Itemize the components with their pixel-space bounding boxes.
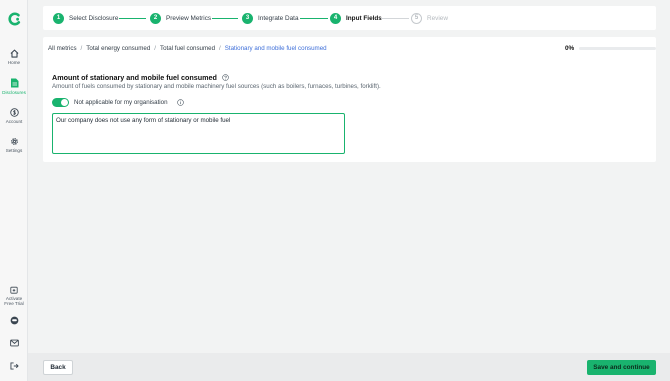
step-number: 1 xyxy=(53,12,64,24)
dollar-circle-icon xyxy=(9,108,19,117)
sidebar-item-account[interactable]: Account xyxy=(0,108,28,124)
mail-icon xyxy=(9,339,19,347)
breadcrumb: All metrics / Total energy consumed / Total … xyxy=(48,45,327,52)
step-input-fields[interactable]: 4 Input Fields xyxy=(330,12,382,24)
step-integrate-data[interactable]: 3 Integrate Data xyxy=(242,12,299,24)
logout-button[interactable] xyxy=(0,362,28,370)
step-number: 4 xyxy=(330,12,341,24)
field-title-text: Amount of stationary and mobile fuel con… xyxy=(52,73,217,82)
info-icon[interactable] xyxy=(176,99,184,106)
step-label: Review xyxy=(427,14,448,22)
sidebar-item-label: Disclosures xyxy=(2,90,26,95)
step-connector xyxy=(381,17,409,19)
step-label: Preview Metrics xyxy=(166,14,212,22)
step-review[interactable]: 5 Review xyxy=(411,12,448,24)
breadcrumb-separator: / xyxy=(80,45,83,52)
activate-free-trial-button[interactable]: Activate Free Trial xyxy=(0,286,28,307)
stepper: 1 Select Disclosure 2 Preview Metrics 3 … xyxy=(43,6,656,30)
step-connector xyxy=(119,17,146,19)
app-logo-icon[interactable] xyxy=(7,12,21,26)
sidebar-item-disclosures[interactable]: Disclosures xyxy=(0,78,28,95)
not-applicable-label: Not applicable for my organisation xyxy=(74,99,168,106)
progress-bar xyxy=(579,47,656,50)
mail-button[interactable] xyxy=(0,339,28,347)
not-applicable-row: Not applicable for my organisation xyxy=(52,98,184,107)
help-icon[interactable] xyxy=(222,74,229,81)
step-label: Integrate Data xyxy=(258,14,299,22)
sidebar-item-label: Settings xyxy=(5,148,23,153)
step-connector xyxy=(212,17,238,19)
toggle-knob xyxy=(61,99,68,106)
breadcrumb-item[interactable]: Total energy consumed xyxy=(86,45,150,52)
breadcrumb-item[interactable]: Total fuel consumed xyxy=(160,45,215,52)
breadcrumb-current: Stationary and mobile fuel consumed xyxy=(224,45,327,52)
document-icon xyxy=(10,78,18,88)
field-title: Amount of stationary and mobile fuel con… xyxy=(52,73,229,82)
step-label: Select Disclosure xyxy=(69,14,119,22)
step-connector xyxy=(300,17,328,19)
logout-icon xyxy=(10,362,19,370)
step-preview-metrics[interactable]: 2 Preview Metrics xyxy=(150,12,211,24)
progress-percentage: 0% xyxy=(565,45,575,52)
breadcrumb-separator: / xyxy=(154,45,156,52)
sidebar-item-label: Account xyxy=(5,119,23,124)
step-label: Input Fields xyxy=(346,14,382,22)
not-applicable-toggle[interactable] xyxy=(52,98,69,107)
footer-bar: Back Save and continue xyxy=(28,353,670,381)
home-icon xyxy=(10,49,18,58)
chat-bubble-icon xyxy=(10,316,18,325)
save-and-continue-button[interactable]: Save and continue xyxy=(587,360,656,375)
sidebar-item-home[interactable]: Home xyxy=(0,49,28,65)
step-number: 3 xyxy=(242,12,253,24)
explanation-textarea[interactable]: Our company does not use any form of sta… xyxy=(52,113,345,154)
sidebar-item-label: Home xyxy=(7,60,21,65)
gear-icon xyxy=(10,138,18,145)
activate-trial-line2: Free Trial xyxy=(4,301,24,307)
back-button[interactable]: Back xyxy=(43,360,73,375)
breadcrumb-item[interactable]: All metrics xyxy=(48,45,77,52)
step-select-disclosure[interactable]: 1 Select Disclosure xyxy=(53,12,118,24)
calendar-add-icon xyxy=(10,286,18,294)
support-button[interactable] xyxy=(0,316,28,325)
sidebar: Home Disclosures Account Settings Activa… xyxy=(0,0,28,381)
field-description: Amount of fuels consumed by stationary a… xyxy=(52,83,381,90)
step-number: 2 xyxy=(150,12,161,24)
breadcrumb-separator: / xyxy=(219,45,221,52)
sidebar-item-settings[interactable]: Settings xyxy=(0,137,28,153)
step-number: 5 xyxy=(411,12,422,24)
metric-card: All metrics / Total energy consumed / Total … xyxy=(43,37,656,162)
